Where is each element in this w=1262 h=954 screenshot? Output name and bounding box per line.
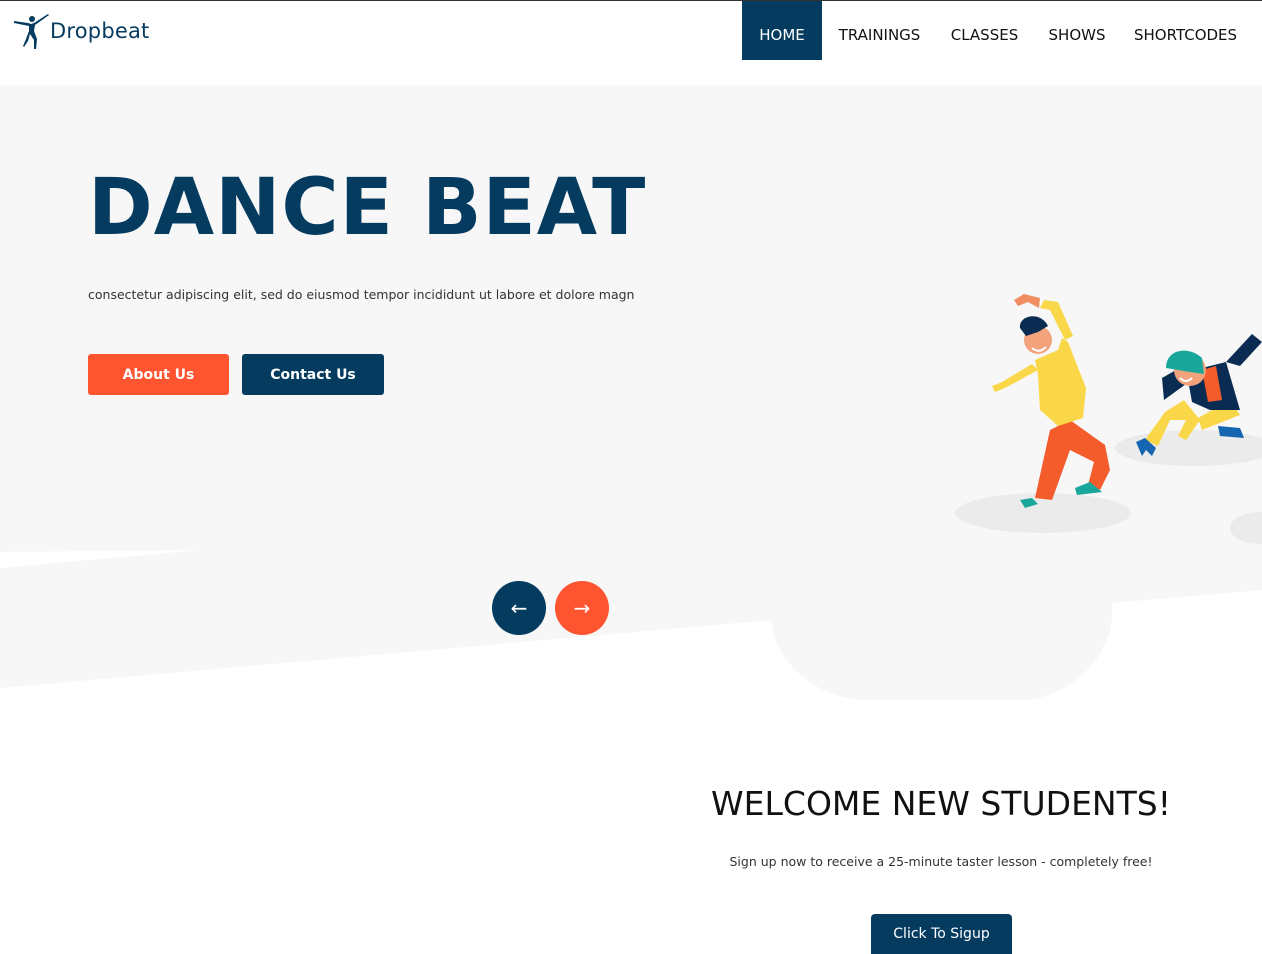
welcome-text: Sign up now to receive a 25-minute taste… bbox=[729, 854, 1153, 869]
contact-us-button[interactable]: Contact Us bbox=[242, 354, 384, 395]
about-us-button[interactable]: About Us bbox=[88, 354, 229, 395]
brand-name: Dropbeat bbox=[50, 19, 150, 43]
brand-logo[interactable]: Dropbeat bbox=[12, 11, 149, 51]
main-nav: HOME TRAININGS CLASSES SHOWS SHORTCODES bbox=[742, 1, 1262, 60]
nav-item-shows[interactable]: SHOWS bbox=[1032, 1, 1122, 60]
nav-item-home[interactable]: HOME bbox=[742, 1, 822, 60]
nav-item-trainings[interactable]: TRAININGS bbox=[822, 1, 937, 60]
signup-button[interactable]: Click To Sigup bbox=[871, 914, 1012, 954]
hero-slider: DANCE BEAT consectetur adipiscing elit, … bbox=[0, 85, 1262, 700]
slider-next-button[interactable]: → bbox=[555, 581, 609, 635]
site-header: Dropbeat HOME TRAININGS CLASSES SHOWS SH… bbox=[0, 1, 1262, 85]
dancing-people-illustration bbox=[955, 294, 1262, 544]
hero-title: DANCE BEAT bbox=[88, 163, 647, 253]
nav-item-shortcodes[interactable]: SHORTCODES bbox=[1122, 1, 1262, 60]
slider-prev-button[interactable]: ← bbox=[492, 581, 546, 635]
ballerina-logo-icon bbox=[14, 14, 49, 49]
arrow-right-icon: → bbox=[573, 596, 591, 620]
nav-item-classes[interactable]: CLASSES bbox=[937, 1, 1032, 60]
welcome-title: WELCOME NEW STUDENTS! bbox=[711, 784, 1171, 823]
hero-subtitle: consectetur adipiscing elit, sed do eius… bbox=[88, 287, 635, 302]
arrow-left-icon: ← bbox=[510, 596, 528, 620]
